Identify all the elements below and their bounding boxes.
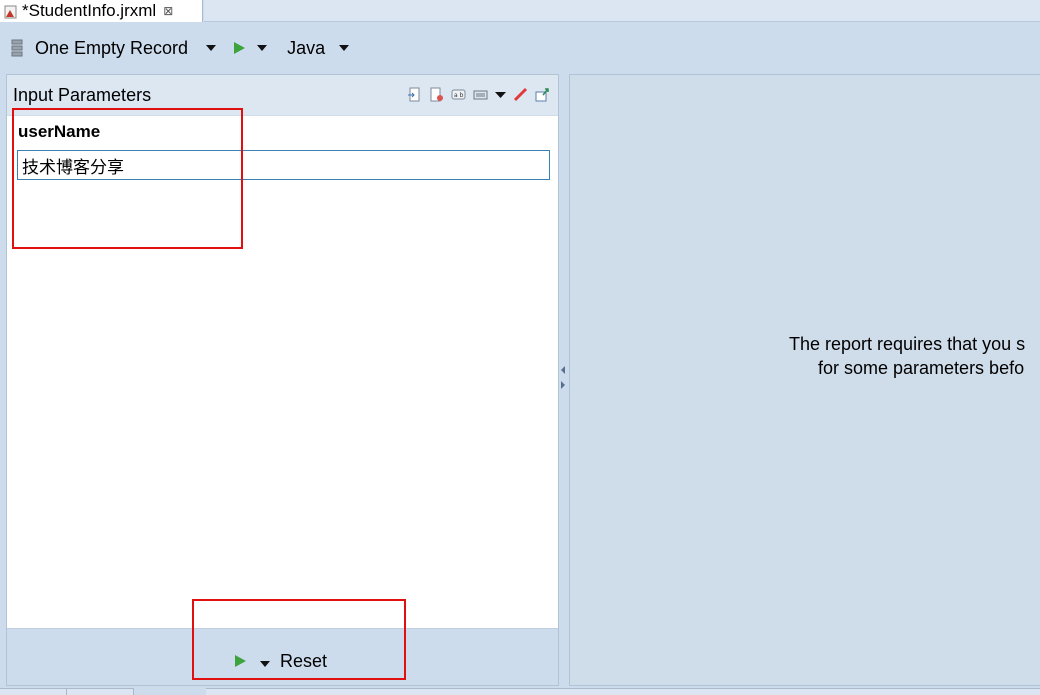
parameter-label-username: userName [18, 122, 101, 141]
export-icon[interactable] [429, 86, 444, 102]
data-adapter-label[interactable]: One Empty Record [35, 30, 188, 66]
keyboard-icon[interactable] [473, 86, 488, 101]
jrxml-file-icon [4, 4, 18, 19]
run-options-dropdown[interactable] [260, 651, 270, 672]
run-controls: Reset [235, 651, 327, 672]
data-adapter-dropdown[interactable] [206, 30, 217, 66]
run-options-dropdown[interactable] [257, 30, 268, 66]
panel-sash[interactable] [559, 74, 569, 686]
run-button[interactable] [235, 651, 246, 672]
username-input[interactable] [17, 150, 550, 180]
preview-message: The report requires that you s for some … [789, 332, 1025, 380]
bottom-tab-strip [0, 688, 1040, 695]
editor-tab-title: *StudentInfo.jrxml [22, 1, 157, 20]
reset-button[interactable]: Reset [280, 651, 327, 672]
input-parameters-panel: Input Parameters a b userName 技术博客分享 Res… [6, 74, 559, 686]
tab-strip-background [204, 0, 1040, 22]
close-icon[interactable]: ⊠ [163, 4, 173, 18]
play-icon [235, 655, 246, 667]
chevron-down-icon [257, 45, 268, 51]
chevron-down-icon [339, 45, 350, 51]
database-icon [10, 30, 24, 66]
preview-message-line2: for some parameters befo [818, 358, 1025, 378]
language-label[interactable]: Java [287, 30, 325, 66]
import-icon[interactable] [407, 86, 422, 102]
eraser-icon[interactable] [513, 86, 528, 102]
svg-text:a b: a b [454, 92, 464, 99]
play-icon [234, 42, 246, 54]
expand-right-icon[interactable] [561, 381, 565, 389]
editor-tab-strip: *StudentInfo.jrxml ⊠ [0, 0, 1040, 22]
input-parameters-header: Input Parameters a b [7, 75, 558, 116]
panel-toolbar: a b [407, 86, 550, 102]
collapse-left-icon[interactable] [561, 366, 565, 374]
run-report-button[interactable] [234, 30, 246, 66]
chevron-down-icon [206, 45, 217, 51]
parameters-icon[interactable]: a b [451, 86, 466, 101]
chevron-down-icon[interactable] [495, 86, 506, 101]
report-preview-area: The report requires that you s for some … [569, 74, 1040, 686]
language-dropdown[interactable] [339, 30, 350, 66]
pin-icon[interactable] [535, 86, 550, 102]
editor-tab-studentinfo[interactable]: *StudentInfo.jrxml ⊠ [0, 0, 203, 22]
preview-toolbar: One Empty Record Java [0, 30, 1040, 66]
input-parameters-footer: Reset [7, 628, 558, 685]
chevron-down-icon [260, 661, 270, 667]
panel-title: Input Parameters [13, 84, 152, 105]
preview-message-line1: The report requires that you s [789, 334, 1026, 354]
